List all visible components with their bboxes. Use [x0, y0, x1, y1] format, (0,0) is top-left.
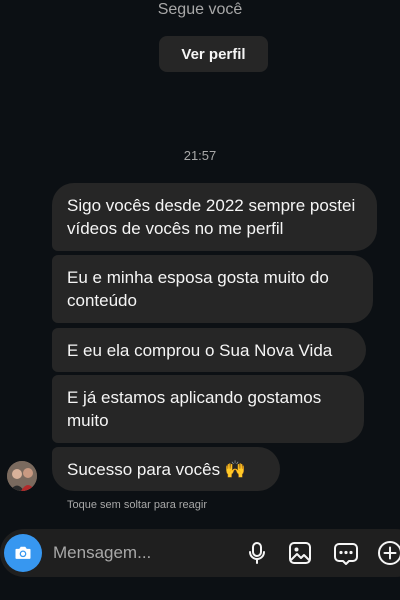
avatar-image [7, 461, 37, 491]
sticker-icon [334, 543, 358, 565]
message-text: Eu e minha esposa gosta muito do conteúd… [67, 268, 329, 310]
message-bubble[interactable]: Sucesso para vocês 🙌 [52, 447, 280, 491]
reaction-hint: Toque sem soltar para reagir [67, 499, 208, 511]
camera-button[interactable] [4, 534, 42, 572]
message-bubble[interactable]: Sigo vocês desde 2022 sempre postei víde… [52, 183, 377, 251]
message-input[interactable] [53, 539, 233, 567]
message-timestamp: 21:57 [183, 148, 217, 163]
message-text: E já estamos aplicando gostamos muito [67, 388, 322, 430]
add-button[interactable] [376, 539, 400, 567]
message-bubble[interactable]: E eu ela comprou o Sua Nova Vida [52, 328, 366, 372]
follows-you-label: Segue você [157, 1, 243, 18]
message-bubble[interactable]: E já estamos aplicando gostamos muito [52, 375, 364, 443]
message-text: Sigo vocês desde 2022 sempre postei víde… [67, 196, 356, 238]
message-text: E eu ela comprou o Sua Nova Vida [67, 340, 333, 360]
gallery-button[interactable] [286, 539, 314, 567]
view-profile-button[interactable]: Ver perfil [159, 36, 268, 72]
sticker-button[interactable] [332, 539, 360, 567]
gallery-icon [289, 542, 311, 564]
add-icon [378, 541, 400, 565]
camera-icon [15, 546, 31, 559]
microphone-icon [249, 542, 265, 564]
message-bubble[interactable]: Eu e minha esposa gosta muito do conteúd… [52, 255, 373, 323]
sender-avatar[interactable] [7, 461, 37, 491]
message-text: Sucesso para vocês 🙌 [67, 459, 246, 479]
microphone-button[interactable] [243, 539, 271, 567]
